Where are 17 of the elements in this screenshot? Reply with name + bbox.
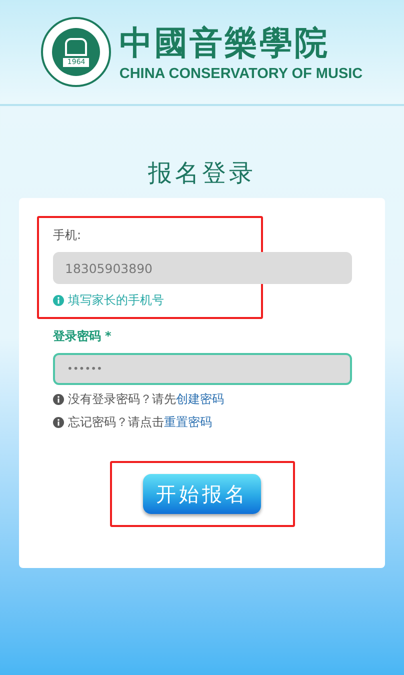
school-name-english: CHINA CONSERVATORY OF MUSIC xyxy=(119,65,363,83)
start-registration-button[interactable]: 开始报名 xyxy=(143,474,261,514)
password-field[interactable]: •••••• xyxy=(53,353,352,385)
password-label: 登录密码 xyxy=(53,328,101,345)
help-text: 忘记密码？请点击 xyxy=(68,414,164,431)
info-icon xyxy=(53,294,64,306)
phone-hint: 填写家长的手机号 xyxy=(68,292,164,309)
info-icon xyxy=(53,394,64,404)
school-name-chinese: 中國音樂學院 xyxy=(119,22,330,64)
info-icon xyxy=(53,416,64,428)
page-title: 报名登录 xyxy=(147,158,257,188)
phone-label: 手机: xyxy=(53,227,82,244)
help-link[interactable]: 重置密码 xyxy=(164,413,212,431)
help-text: 没有登录密码？请先 xyxy=(68,391,176,408)
phone-field[interactable]: 18305903890 xyxy=(53,252,352,284)
required-mark: * xyxy=(105,328,112,345)
help-link[interactable]: 创建密码 xyxy=(176,390,224,408)
